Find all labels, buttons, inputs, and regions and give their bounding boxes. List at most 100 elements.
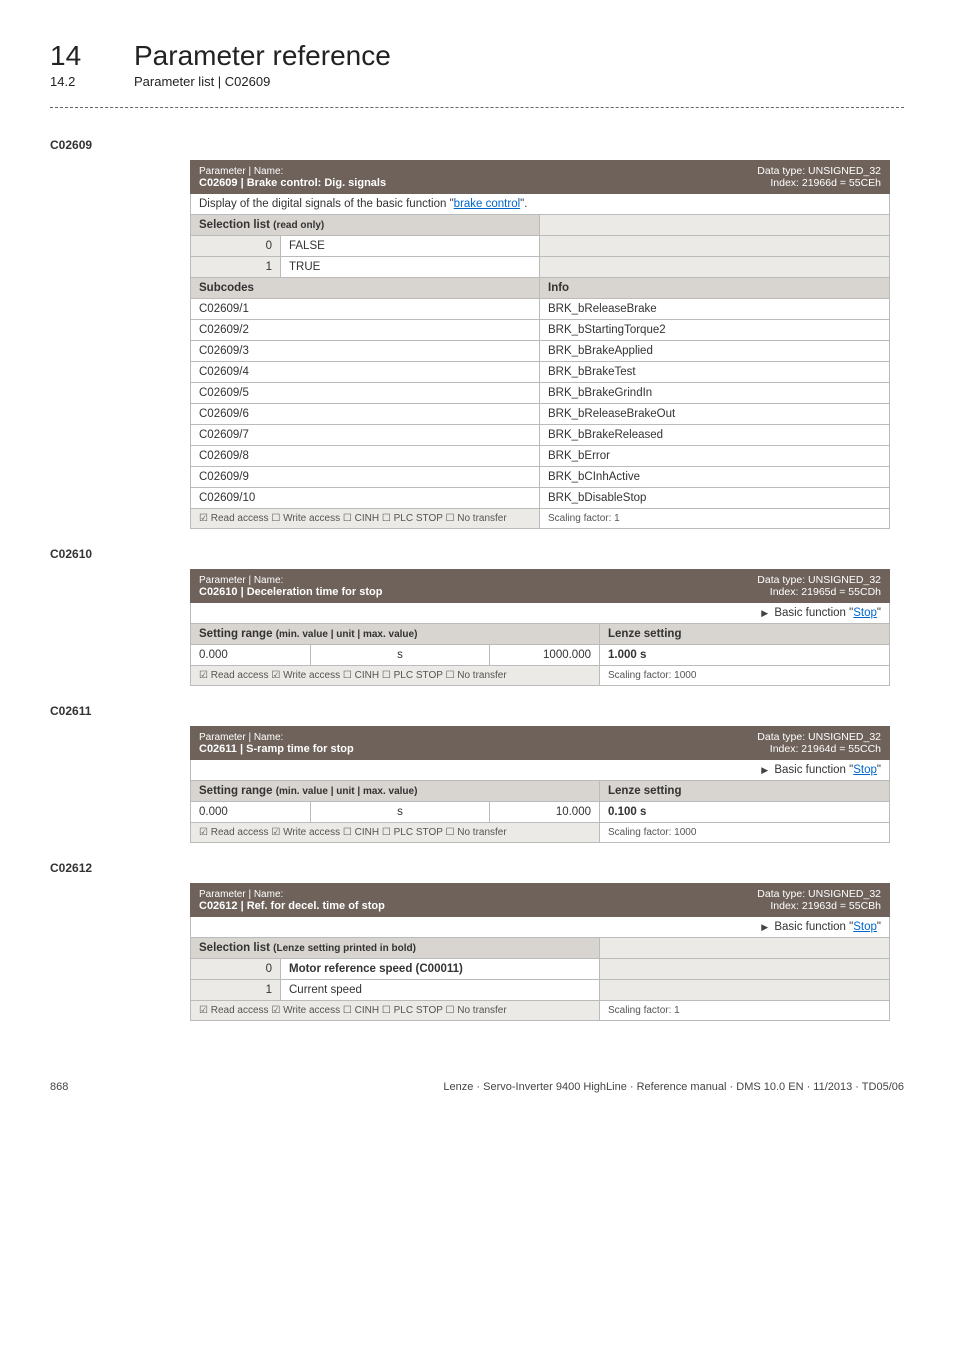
selection-header: Selection list bbox=[199, 942, 270, 954]
subcode-row: C02609/2BRK_bStartingTorque2 bbox=[191, 320, 890, 341]
range-header-row: Setting range (min. value | unit | max. … bbox=[191, 624, 890, 645]
subcode-row: C02609/5BRK_bBrakeGrindIn bbox=[191, 383, 890, 404]
titlebar-datatype: Data type: UNSIGNED_32 bbox=[757, 731, 881, 743]
basic-function-row: Basic function "Stop" bbox=[191, 603, 890, 624]
range-header-note: (min. value | unit | max. value) bbox=[276, 629, 418, 640]
basic-func-post: " bbox=[877, 764, 881, 776]
range-max: 10.000 bbox=[489, 802, 599, 823]
subcode-info: BRK_bCInhActive bbox=[540, 467, 890, 488]
scaling-factor: Scaling factor: 1000 bbox=[600, 823, 890, 843]
subchapter-number: 14.2 bbox=[50, 74, 110, 89]
chapter-header: 14 Parameter reference bbox=[50, 40, 904, 72]
selection-num: 0 bbox=[191, 959, 281, 980]
chapter-number: 14 bbox=[50, 40, 110, 72]
arrow-icon bbox=[761, 764, 771, 776]
subcode-row: C02609/7BRK_bBrakeReleased bbox=[191, 425, 890, 446]
selection-header-row: Selection list (read only) bbox=[191, 215, 890, 236]
range-header-note: (min. value | unit | max. value) bbox=[276, 786, 418, 797]
titlebar-index: Index: 21966d = 55CEh bbox=[770, 177, 881, 189]
titlebar-prefix: Parameter | Name: bbox=[199, 889, 283, 900]
doc-info: Lenze · Servo-Inverter 9400 HighLine · R… bbox=[443, 1081, 904, 1093]
range-header-row: Setting range (min. value | unit | max. … bbox=[191, 781, 890, 802]
footer-row: ☑ Read access ☑ Write access ☐ CINH ☐ PL… bbox=[191, 666, 890, 686]
subcode-info: BRK_bReleaseBrakeOut bbox=[540, 404, 890, 425]
page-footer: 868 Lenze · Servo-Inverter 9400 HighLine… bbox=[50, 1081, 904, 1093]
chapter-title: Parameter reference bbox=[134, 40, 391, 72]
basic-func-post: " bbox=[877, 921, 881, 933]
param-code-heading: C02609 bbox=[50, 138, 904, 152]
footer-row: ☑ Read access ☑ Write access ☐ CINH ☐ PL… bbox=[191, 1001, 890, 1021]
access-flags: ☑ Read access ☑ Write access ☐ CINH ☐ PL… bbox=[191, 1001, 600, 1021]
scaling-factor: Scaling factor: 1 bbox=[540, 509, 890, 529]
range-min: 0.000 bbox=[191, 645, 311, 666]
param-table-c02609: Parameter | Name: C02609 | Brake control… bbox=[190, 160, 890, 529]
selection-label: FALSE bbox=[281, 236, 540, 257]
param-table-c02611: Parameter | Name: C02611 | S-ramp time f… bbox=[190, 726, 890, 843]
footer-row: ☑ Read access ☐ Write access ☐ CINH ☐ PL… bbox=[191, 509, 890, 529]
subcode-info: BRK_bDisableStop bbox=[540, 488, 890, 509]
range-unit: s bbox=[311, 802, 490, 823]
subchapter-header: 14.2 Parameter list | C02609 bbox=[50, 74, 904, 89]
titlebar-prefix: Parameter | Name: bbox=[199, 575, 283, 586]
param-code-heading: C02611 bbox=[50, 704, 904, 718]
titlebar-prefix: Parameter | Name: bbox=[199, 166, 283, 177]
subcode-id: C02609/2 bbox=[191, 320, 540, 341]
titlebar-index: Index: 21963d = 55CBh bbox=[770, 900, 881, 912]
subcode-id: C02609/4 bbox=[191, 362, 540, 383]
stop-link[interactable]: Stop bbox=[853, 607, 877, 619]
range-header: Setting range bbox=[199, 628, 272, 640]
divider bbox=[50, 107, 904, 108]
access-flags: ☑ Read access ☑ Write access ☐ CINH ☐ PL… bbox=[191, 666, 600, 686]
titlebar-prefix: Parameter | Name: bbox=[199, 732, 283, 743]
access-flags: ☑ Read access ☑ Write access ☐ CINH ☐ PL… bbox=[191, 823, 600, 843]
lenze-setting-header: Lenze setting bbox=[600, 781, 890, 802]
desc-pre: Display of the digital signals of the ba… bbox=[199, 198, 454, 210]
desc-post: ". bbox=[520, 198, 527, 210]
subchapter-title: Parameter list | C02609 bbox=[134, 74, 270, 89]
table-titlebar: Parameter | Name: C02609 | Brake control… bbox=[191, 161, 890, 194]
range-max: 1000.000 bbox=[489, 645, 599, 666]
basic-function-row: Basic function "Stop" bbox=[191, 917, 890, 938]
subcode-info: BRK_bStartingTorque2 bbox=[540, 320, 890, 341]
subcode-info: BRK_bError bbox=[540, 446, 890, 467]
range-row: 0.000 s 1000.000 1.000 s bbox=[191, 645, 890, 666]
subcode-row: C02609/8BRK_bError bbox=[191, 446, 890, 467]
selection-label: Motor reference speed (C00011) bbox=[281, 959, 600, 980]
table-titlebar: Parameter | Name: C02611 | S-ramp time f… bbox=[191, 727, 890, 760]
stop-link[interactable]: Stop bbox=[853, 764, 877, 776]
subcodes-header-left: Subcodes bbox=[191, 278, 540, 299]
subcode-info: BRK_bBrakeGrindIn bbox=[540, 383, 890, 404]
lenze-setting-value: 0.100 s bbox=[600, 802, 890, 823]
param-table-c02612: Parameter | Name: C02612 | Ref. for dece… bbox=[190, 883, 890, 1021]
titlebar-main: C02610 | Deceleration time for stop bbox=[199, 586, 382, 598]
titlebar-main: C02611 | S-ramp time for stop bbox=[199, 743, 354, 755]
titlebar-datatype: Data type: UNSIGNED_32 bbox=[757, 165, 881, 177]
selection-num: 0 bbox=[191, 236, 281, 257]
subcode-info: BRK_bBrakeTest bbox=[540, 362, 890, 383]
param-code-heading: C02610 bbox=[50, 547, 904, 561]
arrow-icon bbox=[761, 921, 771, 933]
subcode-row: C02609/3BRK_bBrakeApplied bbox=[191, 341, 890, 362]
subcode-id: C02609/8 bbox=[191, 446, 540, 467]
subcode-id: C02609/5 bbox=[191, 383, 540, 404]
titlebar-datatype: Data type: UNSIGNED_32 bbox=[757, 888, 881, 900]
subcodes-header-right: Info bbox=[540, 278, 890, 299]
subcode-info: BRK_bBrakeApplied bbox=[540, 341, 890, 362]
scaling-factor: Scaling factor: 1000 bbox=[600, 666, 890, 686]
range-row: 0.000 s 10.000 0.100 s bbox=[191, 802, 890, 823]
selection-label: TRUE bbox=[281, 257, 540, 278]
range-header: Setting range bbox=[199, 785, 272, 797]
selection-row: 0 Motor reference speed (C00011) bbox=[191, 959, 890, 980]
subcode-id: C02609/1 bbox=[191, 299, 540, 320]
subcode-id: C02609/9 bbox=[191, 467, 540, 488]
subcode-id: C02609/6 bbox=[191, 404, 540, 425]
stop-link[interactable]: Stop bbox=[853, 921, 877, 933]
subcodes-header-row: Subcodes Info bbox=[191, 278, 890, 299]
brake-control-link[interactable]: brake control bbox=[454, 198, 520, 210]
selection-row: 1 TRUE bbox=[191, 257, 890, 278]
selection-label: Current speed bbox=[281, 980, 600, 1001]
table-titlebar: Parameter | Name: C02610 | Deceleration … bbox=[191, 570, 890, 603]
subcode-row: C02609/6BRK_bReleaseBrakeOut bbox=[191, 404, 890, 425]
subcode-row: C02609/1BRK_bReleaseBrake bbox=[191, 299, 890, 320]
access-flags: ☑ Read access ☐ Write access ☐ CINH ☐ PL… bbox=[191, 509, 540, 529]
